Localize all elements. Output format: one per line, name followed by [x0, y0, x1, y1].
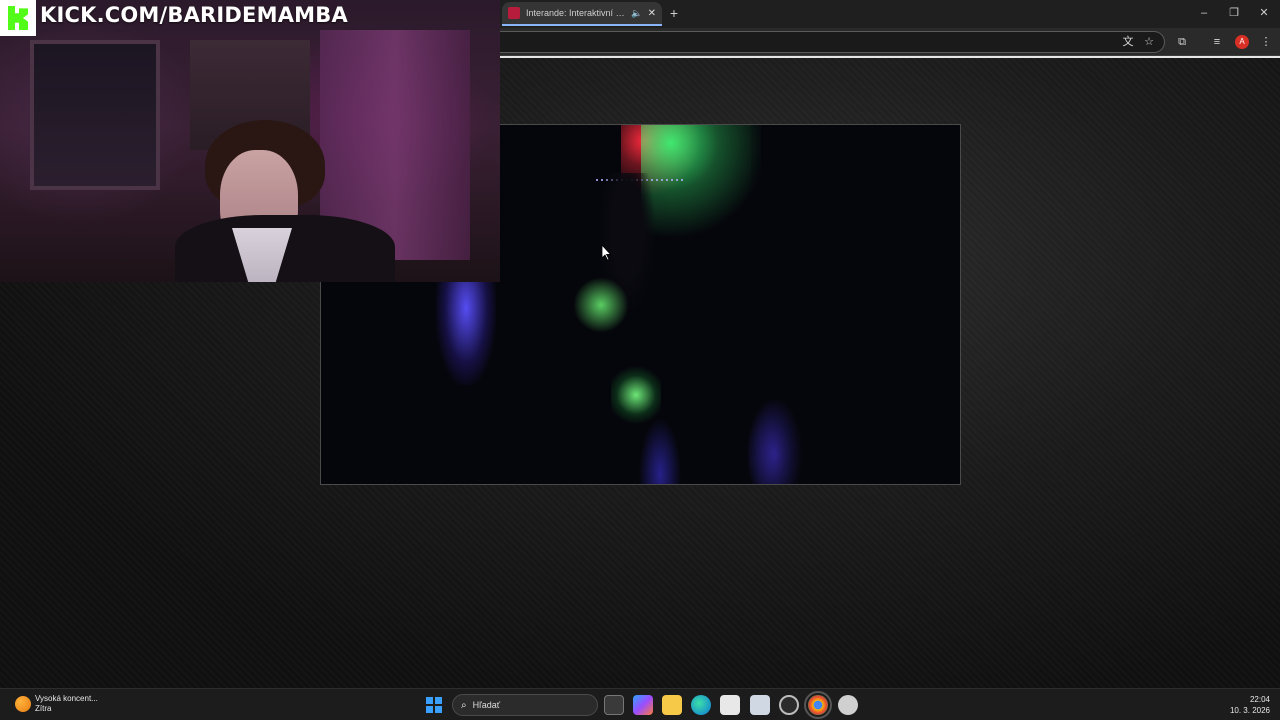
green-light-spot [611, 365, 661, 425]
outlook-icon[interactable] [750, 695, 770, 715]
restore-icon[interactable]: ❐ [1222, 4, 1246, 22]
extensions-icon[interactable]: ⧉ [1174, 34, 1190, 50]
green-light-spot [571, 275, 631, 335]
clock-time: 22:04 [1249, 695, 1270, 704]
green-laser-light [641, 125, 761, 245]
steam-icon[interactable] [779, 695, 799, 715]
weather-headline: Vysoká koncent... [35, 694, 98, 703]
start-button[interactable] [426, 697, 442, 713]
address-bar[interactable] [500, 31, 1165, 53]
profile-avatar[interactable]: A [1235, 35, 1249, 49]
taskbar-search[interactable]: ⌕ Hľadať [452, 694, 598, 716]
microsoft-store-icon[interactable] [720, 695, 740, 715]
settings-gear-icon[interactable] [838, 695, 858, 715]
file-explorer-icon[interactable] [662, 695, 682, 715]
weather-widget[interactable]: Vysoká koncent... Zítra [35, 694, 98, 714]
tab-title: Interande: Interaktivní film [526, 8, 627, 18]
blue-light-spot [436, 275, 496, 385]
new-tab-button[interactable]: + [665, 4, 683, 22]
weather-subline: Zítra [35, 704, 52, 713]
webcam-overlay [0, 0, 500, 282]
edge-icon[interactable] [691, 695, 711, 715]
kick-channel-url: KICK.COM/BARIDEMAMBA [40, 3, 348, 27]
translate-icon[interactable]: 文 [1120, 34, 1136, 50]
dark-area [751, 125, 960, 484]
browser-toolbar: 文 ☆ ⧉ ≡ A ⋮ [500, 28, 1280, 56]
browser-tabstrip: Interande: Interaktivní film 🔈 ✕ + – ❐ ✕ [500, 0, 1280, 28]
tab-close-icon[interactable]: ✕ [648, 8, 656, 19]
bookmark-star-icon[interactable]: ☆ [1141, 34, 1157, 50]
search-placeholder: Hľadať [472, 700, 501, 710]
kick-logo-icon [0, 0, 36, 36]
speaker-muted-icon[interactable]: 🔈 [631, 8, 642, 19]
room-window [30, 40, 160, 190]
page-top-divider [500, 56, 1280, 58]
system-clock[interactable]: 22:04 10. 3. 2026 [1222, 694, 1270, 716]
windows-taskbar: Vysoká koncent... Zítra ⌕ Hľadať 22:04 1… [0, 688, 1280, 720]
tab-favicon-icon [508, 7, 520, 19]
task-view-icon[interactable] [604, 695, 624, 715]
weather-icon[interactable] [15, 696, 31, 712]
media-controls-icon[interactable]: ≡ [1209, 34, 1225, 50]
copilot-icon[interactable] [633, 695, 653, 715]
menu-kebab-icon[interactable]: ⋮ [1258, 34, 1274, 50]
clock-date: 10. 3. 2026 [1229, 706, 1270, 715]
chrome-icon[interactable] [804, 691, 832, 719]
mouse-cursor-icon [602, 245, 612, 261]
close-window-icon[interactable]: ✕ [1252, 4, 1276, 22]
search-icon: ⌕ [461, 699, 467, 711]
browser-tab[interactable]: Interande: Interaktivní film 🔈 ✕ [502, 2, 662, 26]
minimize-icon[interactable]: – [1192, 4, 1216, 22]
